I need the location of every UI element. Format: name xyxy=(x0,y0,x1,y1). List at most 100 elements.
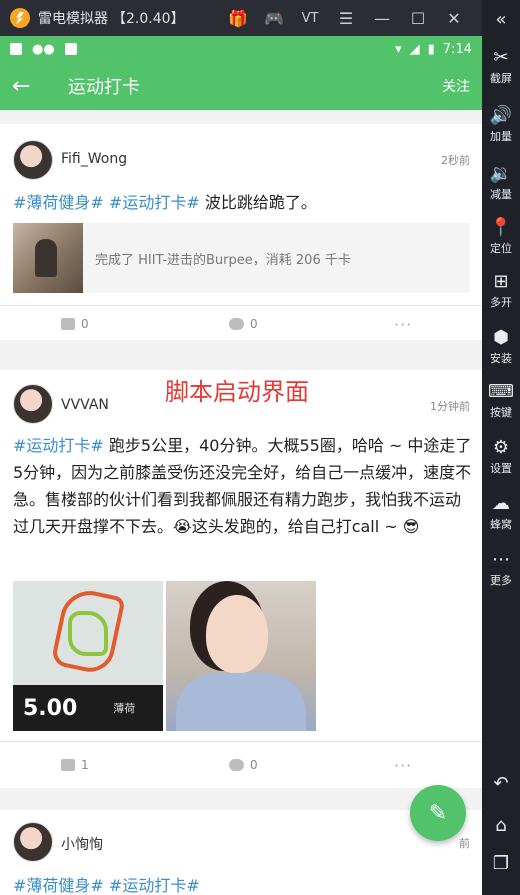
more-icon: ⋯ xyxy=(492,549,510,570)
maximize-icon[interactable]: ☐ xyxy=(400,0,436,36)
map-brand: 薄荷 xyxy=(113,702,136,715)
like-button[interactable]: 1 xyxy=(61,758,89,772)
back-arrow-icon[interactable]: ← xyxy=(12,74,44,99)
post-text: 波比跳给跪了。 xyxy=(199,193,317,212)
like-button[interactable]: 0 xyxy=(61,317,89,331)
post-content: #运动打卡# 跑步5公里，40分钟。大概55圈，哈哈 ~ 中途走了5分钟，因为之… xyxy=(13,432,473,540)
collapse-icon[interactable]: « xyxy=(482,8,520,32)
page-title: 运动打卡 xyxy=(68,77,140,98)
multi-open-icon: ⊞ xyxy=(493,271,509,292)
divider xyxy=(0,305,482,306)
post-images: 5.00 薄荷 xyxy=(0,581,482,731)
sidebar-item-settings[interactable]: ⚙ 设置 xyxy=(482,436,520,476)
bee-icon: ☁ xyxy=(492,493,510,514)
comment-count: 0 xyxy=(250,758,258,772)
post-actions: 1 0 ··· xyxy=(0,742,482,788)
sidebar-item-volume-up[interactable]: 🔊 加量 xyxy=(482,104,520,144)
photo-shirt xyxy=(176,673,306,731)
vt-label[interactable]: VT xyxy=(292,0,328,36)
activity-text: 完成了 HIIT-进击的Burpee，消耗 206 千卡 xyxy=(95,252,351,268)
thumbs-up-icon xyxy=(61,759,75,771)
sidebar-item-multi-open[interactable]: ⊞ 多开 xyxy=(482,270,520,310)
compose-button[interactable]: ✎ xyxy=(410,785,466,841)
post-content: #薄荷健身# #运动打卡# xyxy=(13,872,473,895)
status-bar: ●● ▾ ◢ ▮ 7:14 xyxy=(0,36,482,62)
emulator-version: 【2.0.40】 xyxy=(112,11,185,27)
activity-thumbnail xyxy=(13,223,83,293)
emulator-title: 雷电模拟器 xyxy=(38,11,108,27)
android-recents-icon[interactable]: ❐ xyxy=(482,852,520,876)
close-icon[interactable]: ✕ xyxy=(436,0,472,36)
tag[interactable]: #薄荷健身# xyxy=(13,193,104,212)
gamepad-icon[interactable]: 🎮 xyxy=(256,0,292,36)
keyboard-icon: ⌨ xyxy=(488,381,514,402)
post-card[interactable]: 小恂恂 前 #薄荷健身# #运动打卡# xyxy=(0,810,482,895)
comment-button[interactable]: 0 xyxy=(229,758,258,772)
apk-icon: ⬢ xyxy=(493,327,509,348)
gear-icon: ⚙ xyxy=(492,437,510,458)
android-back-icon[interactable]: ↶ xyxy=(482,772,520,796)
run-distance: 5.00 xyxy=(23,695,78,721)
tag[interactable]: #薄荷健身# xyxy=(13,876,104,895)
avatar[interactable] xyxy=(13,384,53,424)
notification-icon xyxy=(10,43,22,55)
battery-icon: ▮ xyxy=(427,41,435,57)
avatar[interactable] xyxy=(13,822,53,862)
comment-icon xyxy=(229,759,244,771)
post-time: 2秒前 xyxy=(441,154,470,167)
thumbs-up-icon xyxy=(61,318,75,330)
scissors-icon: ✂ xyxy=(493,47,509,68)
android-home-icon[interactable]: ⌂ xyxy=(482,814,520,838)
tag[interactable]: #运动打卡# xyxy=(109,876,200,895)
emulator-sidebar: « ✂ 截屏 🔊 加量 🔉 减量 📍 定位 ⊞ 多开 ⬢ 安装 ⌨ 按键 ⚙ 设置 ☁ 蜂窝 ⋯ 更… xyxy=(482,0,520,895)
more-options-icon[interactable]: ··· xyxy=(394,756,412,775)
sidebar-item-volume-down[interactable]: 🔉 减量 xyxy=(482,162,520,202)
sidebar-item-install[interactable]: ⬢ 安装 xyxy=(482,326,520,366)
emulator-logo-icon xyxy=(10,8,30,28)
post-time: 1分钟前 xyxy=(430,400,470,413)
gift-icon[interactable]: 🎁 xyxy=(220,0,256,36)
emulator-controls: 🎁 🎮 VT ☰ — ☐ ✕ xyxy=(220,0,472,36)
sidebar-item-screenshot[interactable]: ✂ 截屏 xyxy=(482,46,520,86)
avatar[interactable] xyxy=(13,140,53,180)
emulator-titlebar: 雷电模拟器 【2.0.40】 🎁 🎮 VT ☰ — ☐ ✕ xyxy=(0,0,482,36)
post-actions: 0 0 ··· xyxy=(0,308,482,340)
post-card[interactable]: Fifi_Wong 2秒前 #薄荷健身# #运动打卡# 波比跳给跪了。 完成了 … xyxy=(0,124,482,340)
sidebar-item-location[interactable]: 📍 定位 xyxy=(482,216,520,256)
post-card[interactable]: VVVAN 1分钟前 #运动打卡# 跑步5公里，40分钟。大概55圈，哈哈 ~ … xyxy=(0,370,482,788)
like-count: 0 xyxy=(81,317,89,331)
selfie-image[interactable] xyxy=(166,581,316,731)
minimize-icon[interactable]: — xyxy=(364,0,400,36)
photo-face xyxy=(206,595,268,673)
post-time: 前 xyxy=(459,837,470,850)
activity-card[interactable]: 完成了 HIIT-进击的Burpee，消耗 206 千卡 xyxy=(13,223,470,293)
app-notification-icon: ●● xyxy=(32,41,55,57)
notification-icon-2 xyxy=(64,43,77,55)
tag[interactable]: #运动打卡# xyxy=(109,193,200,212)
author-name[interactable]: VVVAN xyxy=(61,397,109,413)
comment-button[interactable]: 0 xyxy=(229,317,258,331)
comment-icon xyxy=(229,318,244,330)
tag[interactable]: #运动打卡# xyxy=(13,436,104,455)
author-name[interactable]: Fifi_Wong xyxy=(61,151,127,167)
signal-icon: ◢ xyxy=(409,41,420,57)
sidebar-item-more[interactable]: ⋯ 更多 xyxy=(482,548,520,588)
map-route xyxy=(68,611,108,656)
sidebar-item-bee[interactable]: ☁ 蜂窝 xyxy=(482,492,520,532)
more-options-icon[interactable]: ··· xyxy=(394,315,412,334)
author-name[interactable]: 小恂恂 xyxy=(61,834,103,854)
volume-up-icon: 🔊 xyxy=(489,105,513,126)
phone-screen: ●● ▾ ◢ ▮ 7:14 ← 运动打卡 关注 Fifi_Wong 2秒前 #薄… xyxy=(0,36,482,895)
location-icon: 📍 xyxy=(489,217,513,238)
follow-button[interactable]: 关注 xyxy=(442,76,470,96)
wifi-icon: ▾ xyxy=(395,41,402,57)
comment-count: 0 xyxy=(250,317,258,331)
like-count: 1 xyxy=(81,758,89,772)
volume-down-icon: 🔉 xyxy=(489,163,513,184)
edit-icon: ✎ xyxy=(428,800,448,826)
run-map-image[interactable]: 5.00 薄荷 xyxy=(13,581,163,731)
menu-icon[interactable]: ☰ xyxy=(328,0,364,36)
status-time: 7:14 xyxy=(442,41,472,57)
app-bar: ← 运动打卡 关注 xyxy=(0,62,482,110)
sidebar-item-keyboard[interactable]: ⌨ 按键 xyxy=(482,380,520,420)
